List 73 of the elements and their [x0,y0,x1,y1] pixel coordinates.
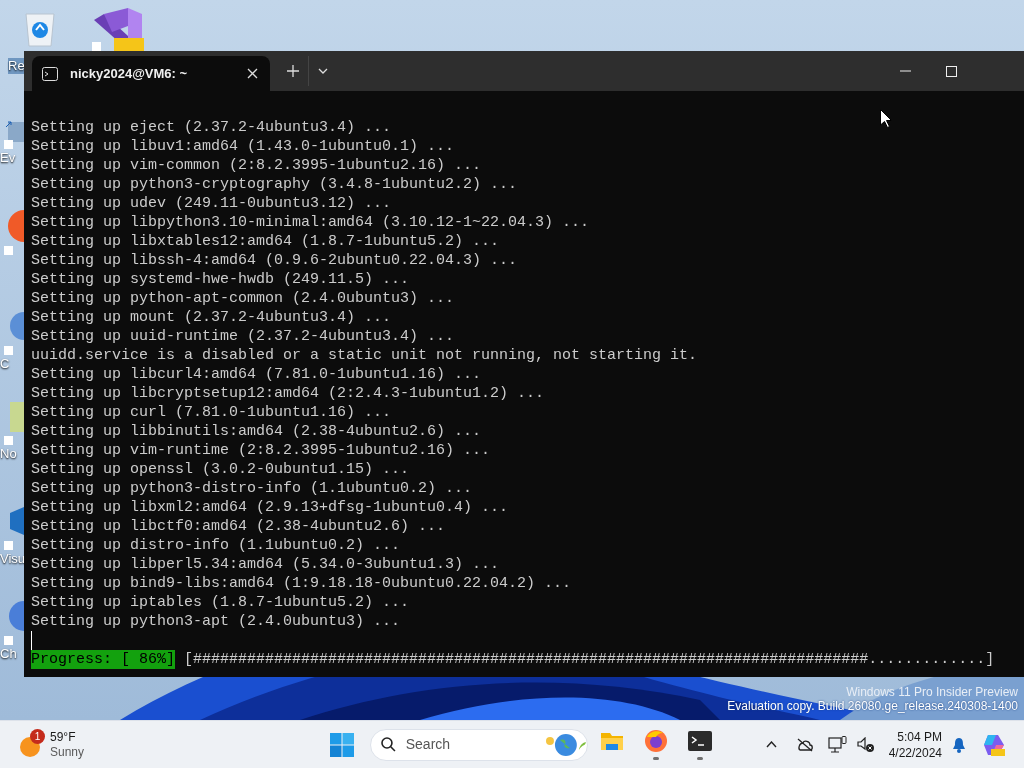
terminal-line: Setting up libxtables12:amd64 (1.8.7-1ubuntu5.2) ... [31,233,500,250]
terminal-line: Setting up eject (2.37.2-4ubuntu3.4) ... [31,119,392,136]
terminal-line: Setting up libcryptsetup12:amd64 (2:2.4.3-1ubuntu1.2) ... [31,385,545,402]
icon-label: Visu [0,551,26,567]
time-text: 5:04 PM [897,728,942,745]
app-shortcut-icon [4,310,24,356]
minimize-icon [899,70,911,72]
app-shortcut-icon [4,210,24,256]
search-field[interactable]: Search [369,728,588,761]
condition-text: Sunny [50,744,85,760]
terminal-line: Setting up python3-distro-info (1.1ubuntu0.2) ... [31,480,473,497]
browser-icon [643,729,668,753]
terminal-line: Setting up vim-runtime (2:8.2.3995-1ubuntu2.16) ... [31,442,491,459]
terminal-icon [687,729,712,753]
terminal-line: Setting up bind9-libs:amd64 (1:9.18.18-0ubuntu0.22.04.2) ... [31,575,572,592]
bell-icon[interactable] [952,736,966,753]
terminal-line: Setting up vim-common (2:8.2.3995-1ubuntu2.16) ... [31,157,482,174]
terminal-line: Setting up udev (249.11-0ubuntu3.12) ... [31,195,392,212]
copilot-icon[interactable] [982,732,1006,757]
network-icon[interactable] [827,735,847,754]
temperature-text: 59°F [50,729,77,745]
terminal-line: Setting up systemd-hwe-hwdb (249.11.5) ... [31,271,410,288]
chevron-up-icon [766,741,778,748]
terminal-tab[interactable]: nicky2024@VM6: ~ [32,56,270,91]
icon-label: No [0,446,17,462]
shortcut-icon [4,120,24,150]
globe-icon [545,731,587,758]
clock[interactable]: 5:04 PM 4/22/2024 [888,728,942,761]
terminal-icon [42,66,58,81]
terminal-line: Setting up libpython3.10-minimal:amd64 (3.10.12-1~22.04.3) ... [31,214,590,231]
terminal-line: Setting up distro-info (1.1ubuntu0.2) ... [31,537,401,554]
terminal-line: Setting up libxml2:amd64 (2.9.13+dfsg-1ubuntu0.4) ... [31,499,509,516]
terminal-line: Setting up python-apt-common (2.4.0ubuntu3) ... [31,290,455,307]
plus-icon [287,65,299,77]
notification-badge: 1 [30,728,45,744]
volume-muted-icon[interactable] [856,736,875,753]
watermark-text: Windows 11 Pro Insider Preview [846,685,1018,699]
text-cursor [31,631,32,650]
terminal-line: Setting up openssl (3.0.2-0ubuntu1.15) ... [31,461,410,478]
close-icon [246,68,258,79]
icon-label: Re [8,58,25,74]
terminal-line: Setting up mount (2.37.2-4ubuntu3.4) ... [31,309,392,326]
app-shortcut-icon [4,600,24,646]
chevron-down-icon [317,68,328,74]
terminal-line: Setting up libctf0:amd64 (2.38-4ubuntu2.6) ... [31,518,446,535]
progress-label: Progress: [ 86%] [31,650,176,669]
weather-widget[interactable]: 1 59°F Sunny [20,729,100,760]
icon-label: Ev [0,150,16,166]
app-shortcut-icon [92,6,144,52]
terminal-line: uuidd.service is a disabled or a static unit not running, not starting it. [31,347,698,364]
progress-bar-text: [###########################################################################.............] [184,650,995,669]
icon-label: C [0,356,10,372]
terminal-line: Setting up libbinutils:amd64 (2.38-4ubuntu2.6) ... [31,423,482,440]
terminal-line: Setting up libssh-4:amd64 (0.9.6-2ubuntu0.22.04.3) ... [31,252,518,269]
terminal-line: Setting up libperl5.34:amd64 (5.34.0-3ubuntu1.3) ... [31,556,500,573]
date-text: 4/22/2024 [888,744,942,761]
terminal-line: Setting up python3-cryptography (3.4.8-1ubuntu2.2) ... [31,176,518,193]
terminal-line: Setting up python3-apt (2.4.0ubuntu3) ... [31,613,401,630]
terminal-line: Setting up libuv1:amd64 (1.43.0-1ubuntu0.1) ... [31,138,455,155]
terminal-line: Setting up libcurl4:amd64 (7.81.0-1ubuntu1.16) ... [31,366,482,383]
tab-title: nicky2024@VM6: ~ [70,64,189,83]
search-placeholder: Search [405,735,452,754]
terminal-line: Setting up iptables (1.8.7-1ubuntu5.2) ... [31,594,410,611]
terminal-line: Setting up curl (7.81.0-1ubuntu1.16) ... [31,404,392,421]
windows-logo-icon [329,732,354,757]
terminal-line: Setting up uuid-runtime (2.37.2-4ubuntu3.4) ... [31,328,455,345]
mouse-pointer-icon [880,109,892,128]
cloud-off-icon[interactable] [795,737,814,752]
notepad-shortcut-icon [4,400,24,446]
search-icon [380,737,396,752]
app-shortcut-icon [4,505,24,551]
maximize-icon [945,65,957,77]
icon-label: Ch [0,646,17,662]
